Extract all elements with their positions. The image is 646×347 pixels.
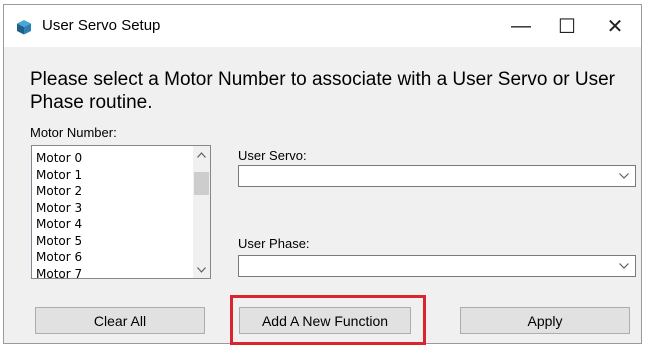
title-bar: User Servo Setup — ☐ ✕ bbox=[4, 5, 641, 47]
minimize-button[interactable]: — bbox=[498, 5, 544, 47]
list-item-motor-4[interactable]: Motor 4 bbox=[32, 216, 82, 233]
list-item-motor-3[interactable]: Motor 3 bbox=[32, 200, 82, 217]
user-servo-label: User Servo: bbox=[238, 148, 307, 163]
clear-all-button[interactable]: Clear All bbox=[35, 307, 205, 334]
list-item-motor-7[interactable]: Motor 7 bbox=[32, 266, 82, 283]
user-phase-dropdown[interactable] bbox=[238, 255, 636, 277]
cube-icon bbox=[17, 20, 31, 35]
scrollbar-thumb[interactable] bbox=[194, 172, 209, 195]
list-item-motor-2[interactable]: Motor 2 bbox=[32, 183, 82, 200]
list-item-motor-1[interactable]: Motor 1 bbox=[32, 167, 82, 184]
chevron-down-icon[interactable] bbox=[619, 263, 629, 269]
motor-list: Motor 0 Motor 1 Motor 2 Motor 3 Motor 4 … bbox=[32, 150, 82, 282]
list-item-motor-5[interactable]: Motor 5 bbox=[32, 233, 82, 250]
user-servo-dropdown[interactable] bbox=[238, 165, 636, 187]
user-servo-setup-window: User Servo Setup — ☐ ✕ Please select a M… bbox=[3, 4, 642, 345]
window-title: User Servo Setup bbox=[42, 17, 161, 34]
motor-number-label: Motor Number: bbox=[30, 125, 117, 140]
apply-button[interactable]: Apply bbox=[460, 307, 630, 334]
user-phase-label: User Phase: bbox=[238, 236, 310, 251]
chevron-down-icon[interactable] bbox=[619, 173, 629, 179]
list-scrollbar[interactable] bbox=[193, 146, 210, 278]
list-item-motor-0[interactable]: Motor 0 bbox=[32, 150, 82, 167]
scroll-up-arrow-icon[interactable] bbox=[193, 146, 210, 163]
scroll-down-arrow-icon[interactable] bbox=[193, 261, 210, 278]
instructions-text: Please select a Motor Number to associat… bbox=[30, 69, 616, 113]
close-button[interactable]: ✕ bbox=[592, 5, 638, 47]
maximize-button[interactable]: ☐ bbox=[544, 5, 590, 47]
list-item-motor-6[interactable]: Motor 6 bbox=[32, 249, 82, 266]
highlight-box bbox=[230, 295, 426, 345]
motor-number-listbox[interactable]: Motor 0 Motor 1 Motor 2 Motor 3 Motor 4 … bbox=[31, 145, 211, 282]
